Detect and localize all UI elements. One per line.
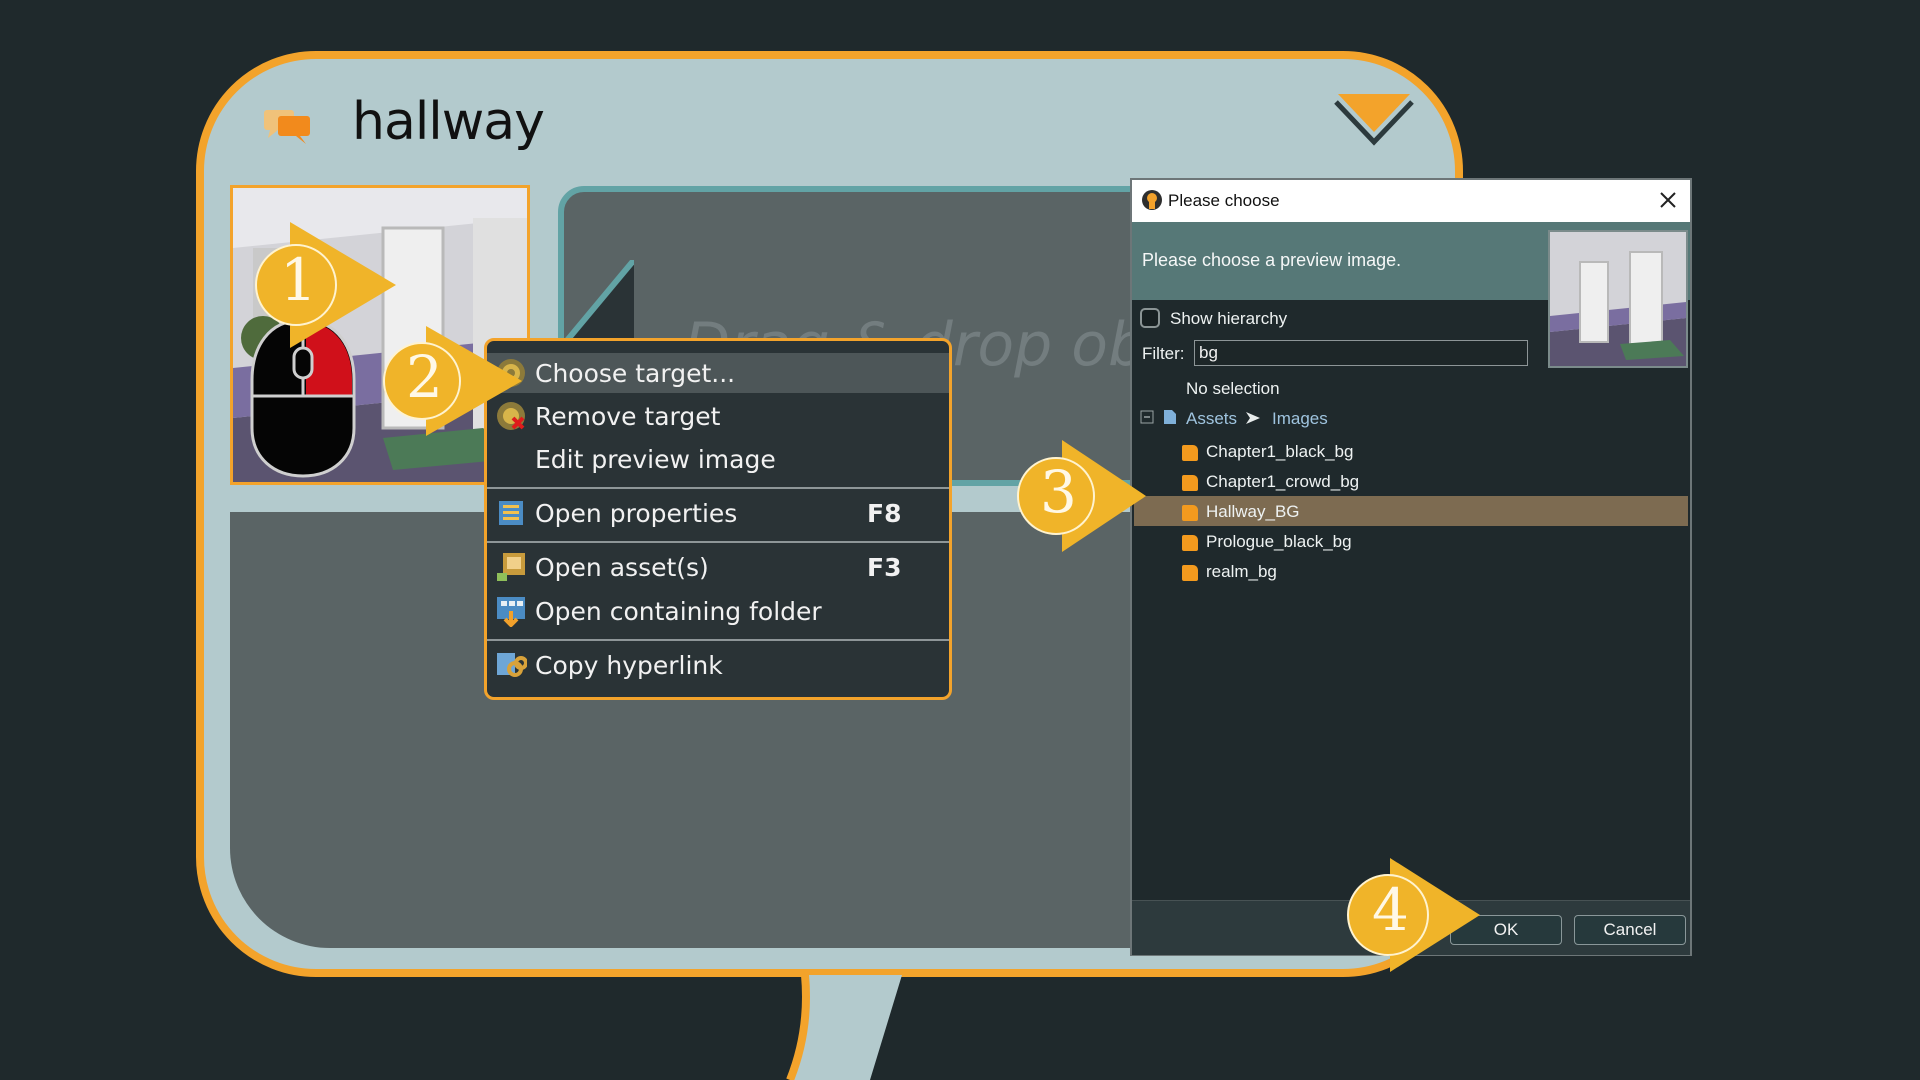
breadcrumb-child[interactable]: Images <box>1272 409 1328 429</box>
collapse-tree-icon[interactable] <box>1140 410 1154 424</box>
dialog-title: Please choose <box>1168 191 1280 210</box>
step-arrow <box>1017 440 1146 552</box>
app-icon <box>1142 190 1162 210</box>
folder-icon <box>497 597 525 627</box>
card-title: hallway <box>352 92 545 152</box>
image-file-icon <box>1182 535 1198 551</box>
step-4-callout: 4 <box>1346 858 1480 972</box>
step-number: 3 <box>1040 458 1077 526</box>
step-number: 4 <box>1372 876 1409 944</box>
breadcrumb-root[interactable]: Assets <box>1186 409 1237 429</box>
choose-dialog: Please choose Please choose a preview im… <box>1130 178 1692 956</box>
menu-item-label: Open properties <box>535 499 738 528</box>
open-asset-icon <box>497 553 525 581</box>
file-name: Chapter1_black_bg <box>1206 442 1354 461</box>
speech-bubbles-icon <box>264 110 310 144</box>
step-3-callout: 3 <box>1016 440 1146 552</box>
menu-item-label: Edit preview image <box>535 445 776 474</box>
file-item[interactable]: realm_bg <box>1182 562 1682 586</box>
file-item[interactable]: Chapter1_black_bg <box>1182 442 1682 466</box>
step-arrow <box>383 326 522 436</box>
file-item-selected[interactable]: Hallway_BG <box>1182 502 1682 526</box>
file-name: Hallway_BG <box>1206 502 1300 521</box>
menu-item-label: Choose target... <box>535 359 736 388</box>
step-number: 2 <box>406 343 443 411</box>
step-arrow <box>255 222 396 348</box>
context-menu: Choose target... Remove target Edit prev… <box>484 338 952 700</box>
file-item[interactable]: Chapter1_crowd_bg <box>1182 472 1682 496</box>
menu-item-label: Open asset(s) <box>535 553 709 582</box>
step-arrow <box>1347 858 1480 972</box>
dialog-prompt: Please choose a preview image. <box>1142 250 1402 270</box>
filter-input[interactable] <box>1194 340 1528 366</box>
cancel-button[interactable]: Cancel <box>1574 915 1686 945</box>
breadcrumb-arrow-icon <box>1246 412 1260 424</box>
menu-item-copy-hyperlink[interactable]: Copy hyperlink <box>487 645 949 685</box>
menu-item-open-properties[interactable]: Open properties F8 <box>487 493 949 533</box>
menu-separator <box>487 487 949 489</box>
menu-item-label: Copy hyperlink <box>535 651 723 680</box>
properties-icon <box>499 501 523 525</box>
menu-item-label: Open containing folder <box>535 597 822 626</box>
hyperlink-icon <box>497 653 527 677</box>
menu-item-remove-target[interactable]: Remove target <box>487 396 949 436</box>
dialog-preview-image <box>1548 230 1688 368</box>
close-icon[interactable] <box>1656 188 1680 212</box>
show-hierarchy-checkbox[interactable] <box>1140 308 1160 328</box>
shortcut-label: F8 <box>867 499 902 528</box>
file-name: Chapter1_crowd_bg <box>1206 472 1360 491</box>
hallway-image <box>1550 232 1686 366</box>
image-file-icon <box>1182 475 1198 491</box>
file-name: realm_bg <box>1206 562 1277 581</box>
shortcut-label: F3 <box>867 553 902 582</box>
show-hierarchy-label: Show hierarchy <box>1170 309 1288 328</box>
file-item[interactable]: Prologue_black_bg <box>1182 532 1682 556</box>
no-selection-item[interactable]: No selection <box>1186 379 1280 399</box>
image-file-icon <box>1182 505 1198 521</box>
step-2-callout: 2 <box>382 326 522 436</box>
image-file-icon <box>1182 565 1198 581</box>
filter-label: Filter: <box>1142 344 1185 363</box>
dialog-titlebar[interactable]: Please choose <box>1132 180 1690 222</box>
menu-separator <box>487 541 949 543</box>
menu-item-choose-target[interactable]: Choose target... <box>487 353 949 393</box>
drop-corner-decoration <box>564 260 634 344</box>
menu-item-open-containing-folder[interactable]: Open containing folder <box>487 591 949 631</box>
image-file-icon <box>1182 445 1198 461</box>
menu-item-open-assets[interactable]: Open asset(s) F3 <box>487 547 949 587</box>
chevron-down-icon[interactable] <box>1334 90 1414 152</box>
step-number: 1 <box>280 246 317 314</box>
menu-item-label: Remove target <box>535 402 721 431</box>
step-1-callout: 1 <box>250 222 396 348</box>
assets-folder-icon <box>1164 410 1176 424</box>
menu-separator <box>487 639 949 641</box>
file-name: Prologue_black_bg <box>1206 532 1352 551</box>
menu-item-edit-preview-image[interactable]: Edit preview image <box>487 439 949 479</box>
